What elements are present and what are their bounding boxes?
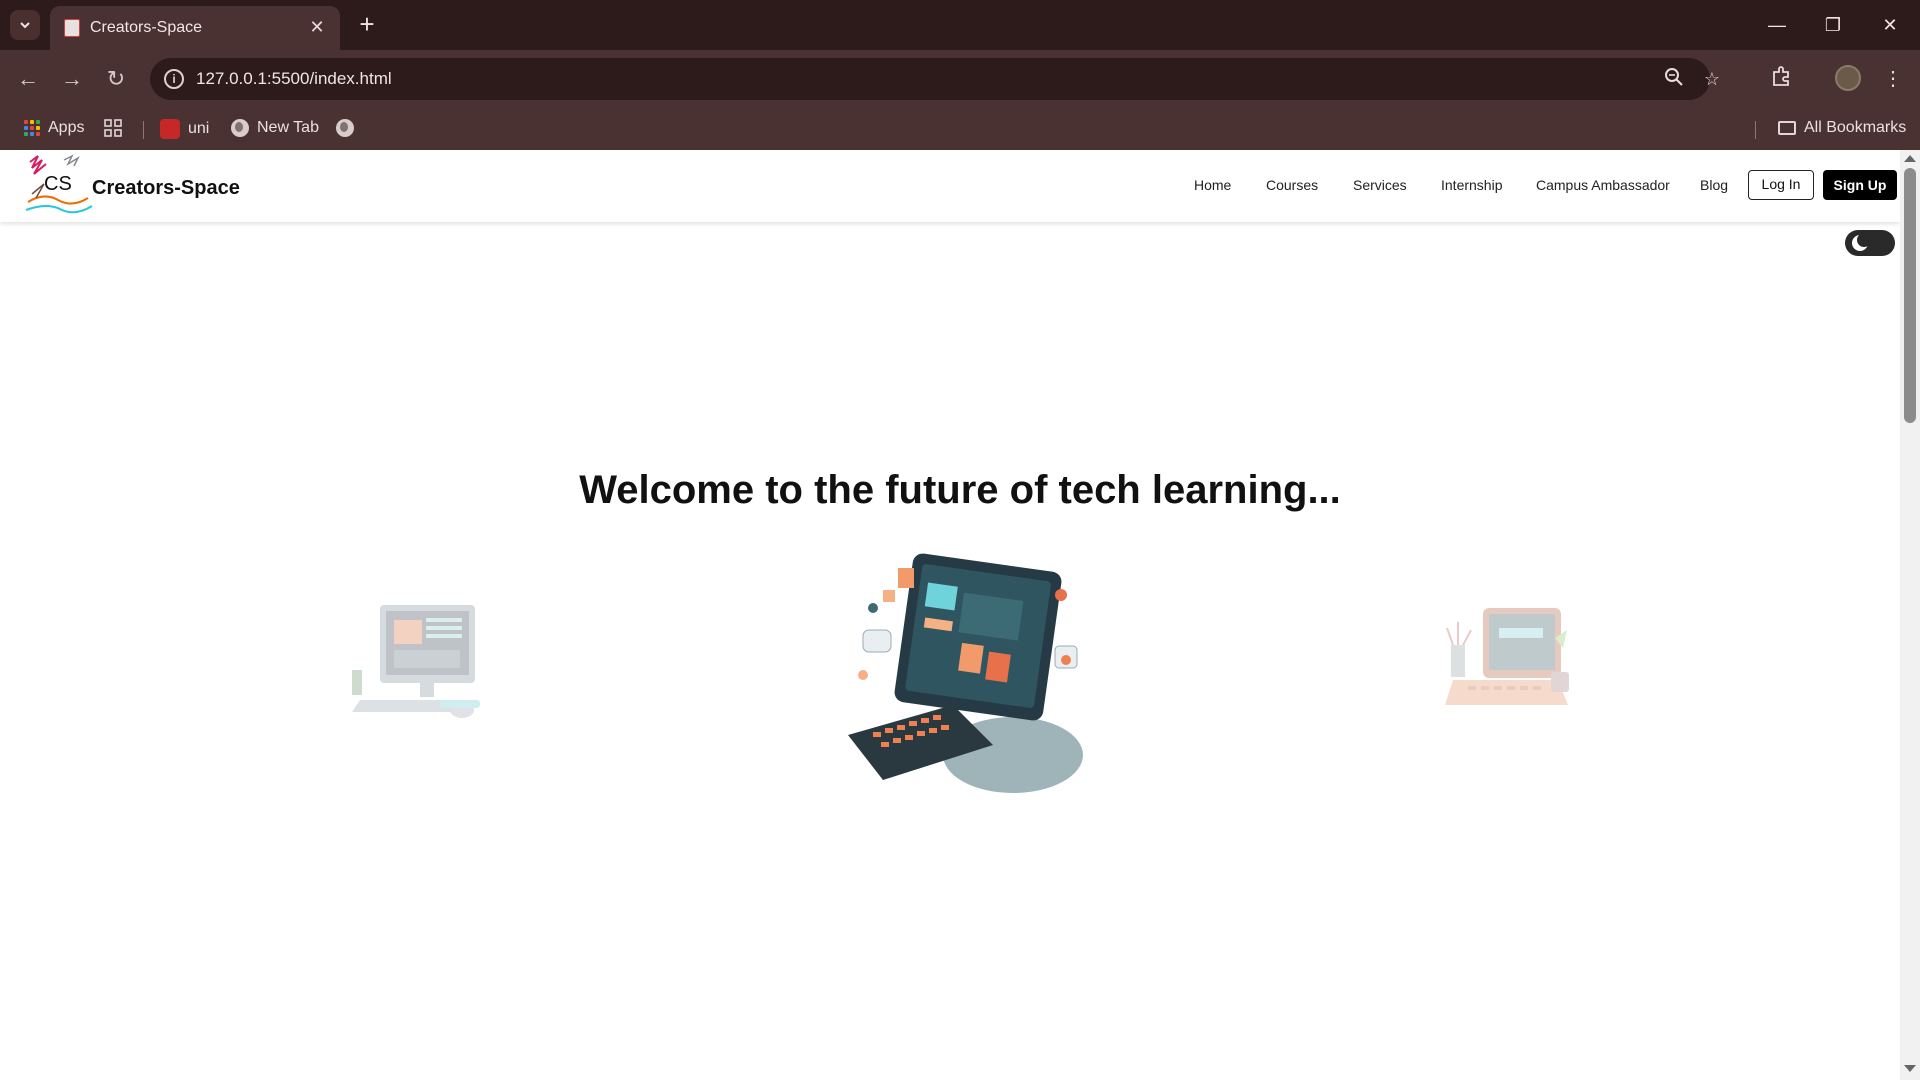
bookmarks-bar: Apps uni New Tab All Bookmarks (0, 108, 1920, 150)
forward-button[interactable]: → (56, 63, 88, 95)
close-tab-icon[interactable]: ✕ (306, 16, 328, 38)
nav-services[interactable]: Services (1353, 177, 1407, 193)
bookmark-uni[interactable]: uni (160, 119, 209, 139)
address-bar[interactable]: i 127.0.0.1:5500/index.html ☆ (150, 58, 1720, 100)
apps-grid-icon (24, 120, 40, 136)
back-button[interactable]: ← (12, 63, 44, 95)
site-info-icon[interactable]: i (164, 69, 184, 89)
bookmark-separator (143, 121, 144, 139)
nav-courses[interactable]: Courses (1266, 177, 1318, 193)
carousel-image-computer[interactable] (843, 550, 1088, 795)
nav-campus-ambassador[interactable]: Campus Ambassador (1536, 177, 1670, 193)
close-window-button[interactable]: ✕ (1875, 10, 1905, 40)
creators-space-logo[interactable]: CS (24, 154, 94, 220)
url-text[interactable]: 127.0.0.1:5500/index.html (196, 69, 392, 89)
zoom-icon[interactable] (1662, 67, 1686, 91)
favicon-icon (64, 19, 80, 37)
bookmark-star-icon[interactable]: ☆ (1700, 67, 1724, 91)
bookmark-new-tab[interactable]: New Tab (231, 119, 319, 137)
nav-blog[interactable]: Blog (1700, 177, 1728, 193)
tab-title: Creators-Space (90, 19, 203, 36)
extensions-icon[interactable] (1767, 65, 1795, 93)
brand-name[interactable]: Creators-Space (92, 177, 240, 200)
bookmark-separator (1755, 121, 1756, 139)
page-viewport: CS Creators-Space Home Courses Services … (0, 150, 1920, 1080)
carousel-image-laptop[interactable] (1443, 600, 1573, 730)
bookmark-new-tab-label: New Tab (257, 119, 319, 136)
svg-text:CS: CS (44, 173, 72, 195)
minimize-button[interactable]: — (1762, 10, 1792, 40)
chevron-down-icon (20, 22, 30, 29)
uni-favicon-icon (160, 119, 180, 139)
scroll-up-arrow-icon[interactable] (1904, 155, 1916, 162)
globe-icon (231, 119, 249, 137)
dark-mode-toggle[interactable] (1845, 230, 1895, 256)
bookmark-uni-label: uni (188, 120, 210, 137)
page-scrollbar[interactable] (1900, 150, 1920, 1080)
browser-tab[interactable]: Creators-Space ✕ (50, 6, 340, 50)
scrollbar-thumb[interactable] (1904, 168, 1916, 423)
all-bookmarks[interactable]: All Bookmarks (1778, 119, 1906, 137)
restore-button[interactable]: ❐ (1818, 10, 1848, 40)
all-bookmarks-label: All Bookmarks (1804, 119, 1907, 136)
signup-button[interactable]: Sign Up (1823, 170, 1897, 200)
folder-icon (1778, 121, 1796, 135)
tab-search-button[interactable] (10, 10, 40, 40)
browser-toolbar: ← → ↻ i 127.0.0.1:5500/index.html ☆ ⋮ (0, 50, 1920, 108)
profile-avatar[interactable] (1835, 65, 1861, 91)
nav-internship[interactable]: Internship (1441, 177, 1502, 193)
bookmark-globe[interactable] (336, 119, 354, 137)
nav-home[interactable]: Home (1194, 177, 1231, 193)
reload-button[interactable]: ↻ (100, 63, 132, 95)
hero-headline: Welcome to the future of tech learning..… (579, 468, 1341, 512)
bookmark-apps-label: Apps (48, 119, 85, 136)
more-menu-icon[interactable]: ⋮ (1879, 65, 1907, 93)
carousel-image-desktop[interactable] (350, 600, 485, 730)
bookmark-apps[interactable]: Apps (24, 119, 84, 137)
scroll-down-arrow-icon[interactable] (1904, 1065, 1916, 1072)
browser-tab-strip: Creators-Space ✕ + — ❐ ✕ (0, 0, 1920, 50)
new-tab-button[interactable]: + (352, 10, 382, 40)
login-button[interactable]: Log In (1748, 170, 1814, 200)
globe-icon (336, 119, 354, 137)
moon-icon (1852, 233, 1871, 251)
site-header: CS Creators-Space Home Courses Services … (0, 150, 1900, 222)
tab-groups-icon[interactable] (104, 119, 122, 137)
